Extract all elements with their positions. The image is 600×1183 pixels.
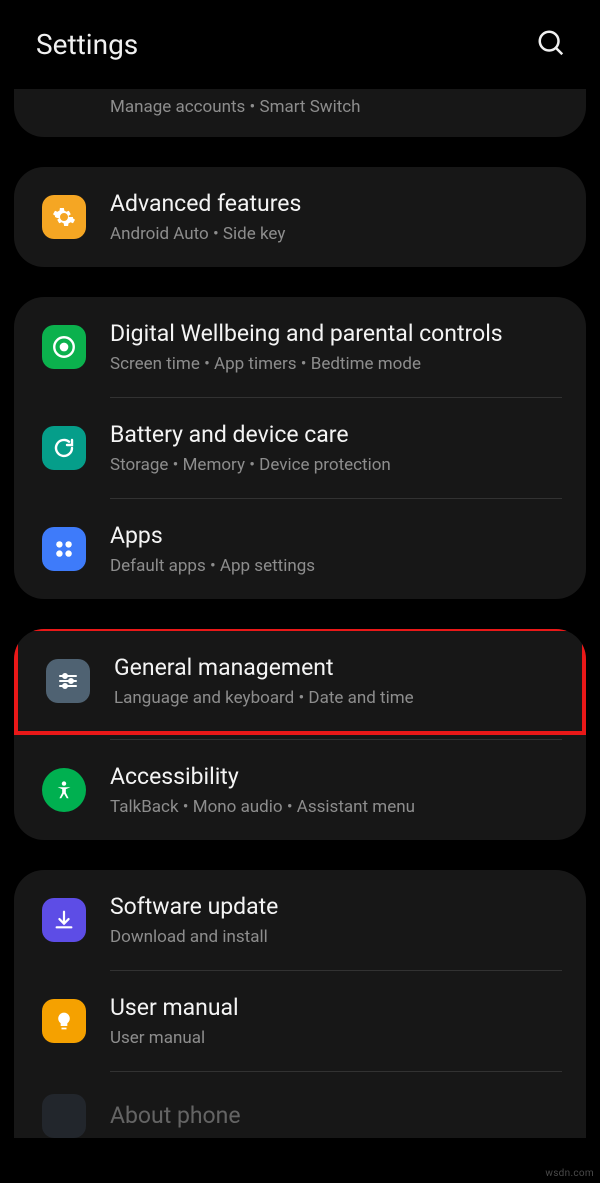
settings-item-text: Software update Download and install [110, 892, 562, 948]
grid-icon [42, 527, 86, 571]
download-icon [42, 898, 86, 942]
settings-item-sub: Screen time • App timers • Bedtime mode [110, 353, 562, 375]
search-icon [536, 28, 566, 58]
settings-item-user-manual[interactable]: User manual User manual [14, 971, 586, 1071]
settings-item-software-update[interactable]: Software update Download and install [14, 870, 586, 970]
settings-item-sub: Android Auto • Side key [110, 223, 562, 245]
page-title: Settings [36, 28, 138, 61]
settings-item-title: Battery and device care [110, 420, 562, 450]
settings-group-advanced: Advanced features Android Auto • Side ke… [14, 167, 586, 267]
settings-item-text: General management Language and keyboard… [114, 653, 558, 709]
settings-item-text: Battery and device care Storage • Memory… [110, 420, 562, 476]
settings-item-text: Advanced features Android Auto • Side ke… [110, 189, 562, 245]
settings-item-title: Apps [110, 521, 562, 551]
settings-item-sub: Manage accounts • Smart Switch [110, 97, 361, 117]
settings-item-sub: Storage • Memory • Device protection [110, 454, 562, 476]
settings-item-about-phone[interactable]: About phone [14, 1072, 586, 1138]
settings-item-text: Apps Default apps • App settings [110, 521, 562, 577]
settings-item-sub: Default apps • App settings [110, 555, 562, 577]
info-icon [42, 1094, 86, 1138]
settings-item-title: Digital Wellbeing and parental controls [110, 319, 562, 349]
settings-item-sub: TalkBack • Mono audio • Assistant menu [110, 796, 562, 818]
settings-item-title: Software update [110, 892, 562, 922]
settings-item-general-management[interactable]: General management Language and keyboard… [14, 629, 586, 735]
settings-item-digital-wellbeing[interactable]: Digital Wellbeing and parental controls … [14, 297, 586, 397]
settings-item-title: General management [114, 653, 558, 683]
settings-item-title: Accessibility [110, 762, 562, 792]
target-icon [42, 325, 86, 369]
settings-item-sub: Download and install [110, 926, 562, 948]
header: Settings [0, 0, 600, 89]
refresh-icon [42, 426, 86, 470]
settings-item-text: User manual User manual [110, 993, 562, 1049]
settings-group-system: Software update Download and install Use… [14, 870, 586, 1138]
settings-group-partial-top: Manage accounts • Smart Switch [14, 89, 586, 137]
settings-group-management: General management Language and keyboard… [14, 629, 586, 840]
settings-item-title: Advanced features [110, 189, 562, 219]
settings-item-title: User manual [110, 993, 562, 1023]
partial-item-accounts[interactable]: Manage accounts • Smart Switch [14, 89, 586, 137]
settings-item-accessibility[interactable]: Accessibility TalkBack • Mono audio • As… [14, 740, 586, 840]
gear-icon [42, 195, 86, 239]
person-icon [42, 768, 86, 812]
settings-item-sub: User manual [110, 1027, 562, 1049]
settings-item-text: About phone [110, 1101, 562, 1131]
settings-item-title: About phone [110, 1101, 562, 1131]
watermark: wsdn.com [545, 1168, 594, 1179]
search-button[interactable] [530, 22, 572, 67]
settings-item-text: Digital Wellbeing and parental controls … [110, 319, 562, 375]
sliders-icon [46, 659, 90, 703]
bulb-icon [42, 999, 86, 1043]
settings-item-battery-device-care[interactable]: Battery and device care Storage • Memory… [14, 398, 586, 498]
settings-item-sub: Language and keyboard • Date and time [114, 687, 558, 709]
settings-item-apps[interactable]: Apps Default apps • App settings [14, 499, 586, 599]
settings-group-device: Digital Wellbeing and parental controls … [14, 297, 586, 599]
settings-item-advanced-features[interactable]: Advanced features Android Auto • Side ke… [14, 167, 586, 267]
settings-item-text: Accessibility TalkBack • Mono audio • As… [110, 762, 562, 818]
